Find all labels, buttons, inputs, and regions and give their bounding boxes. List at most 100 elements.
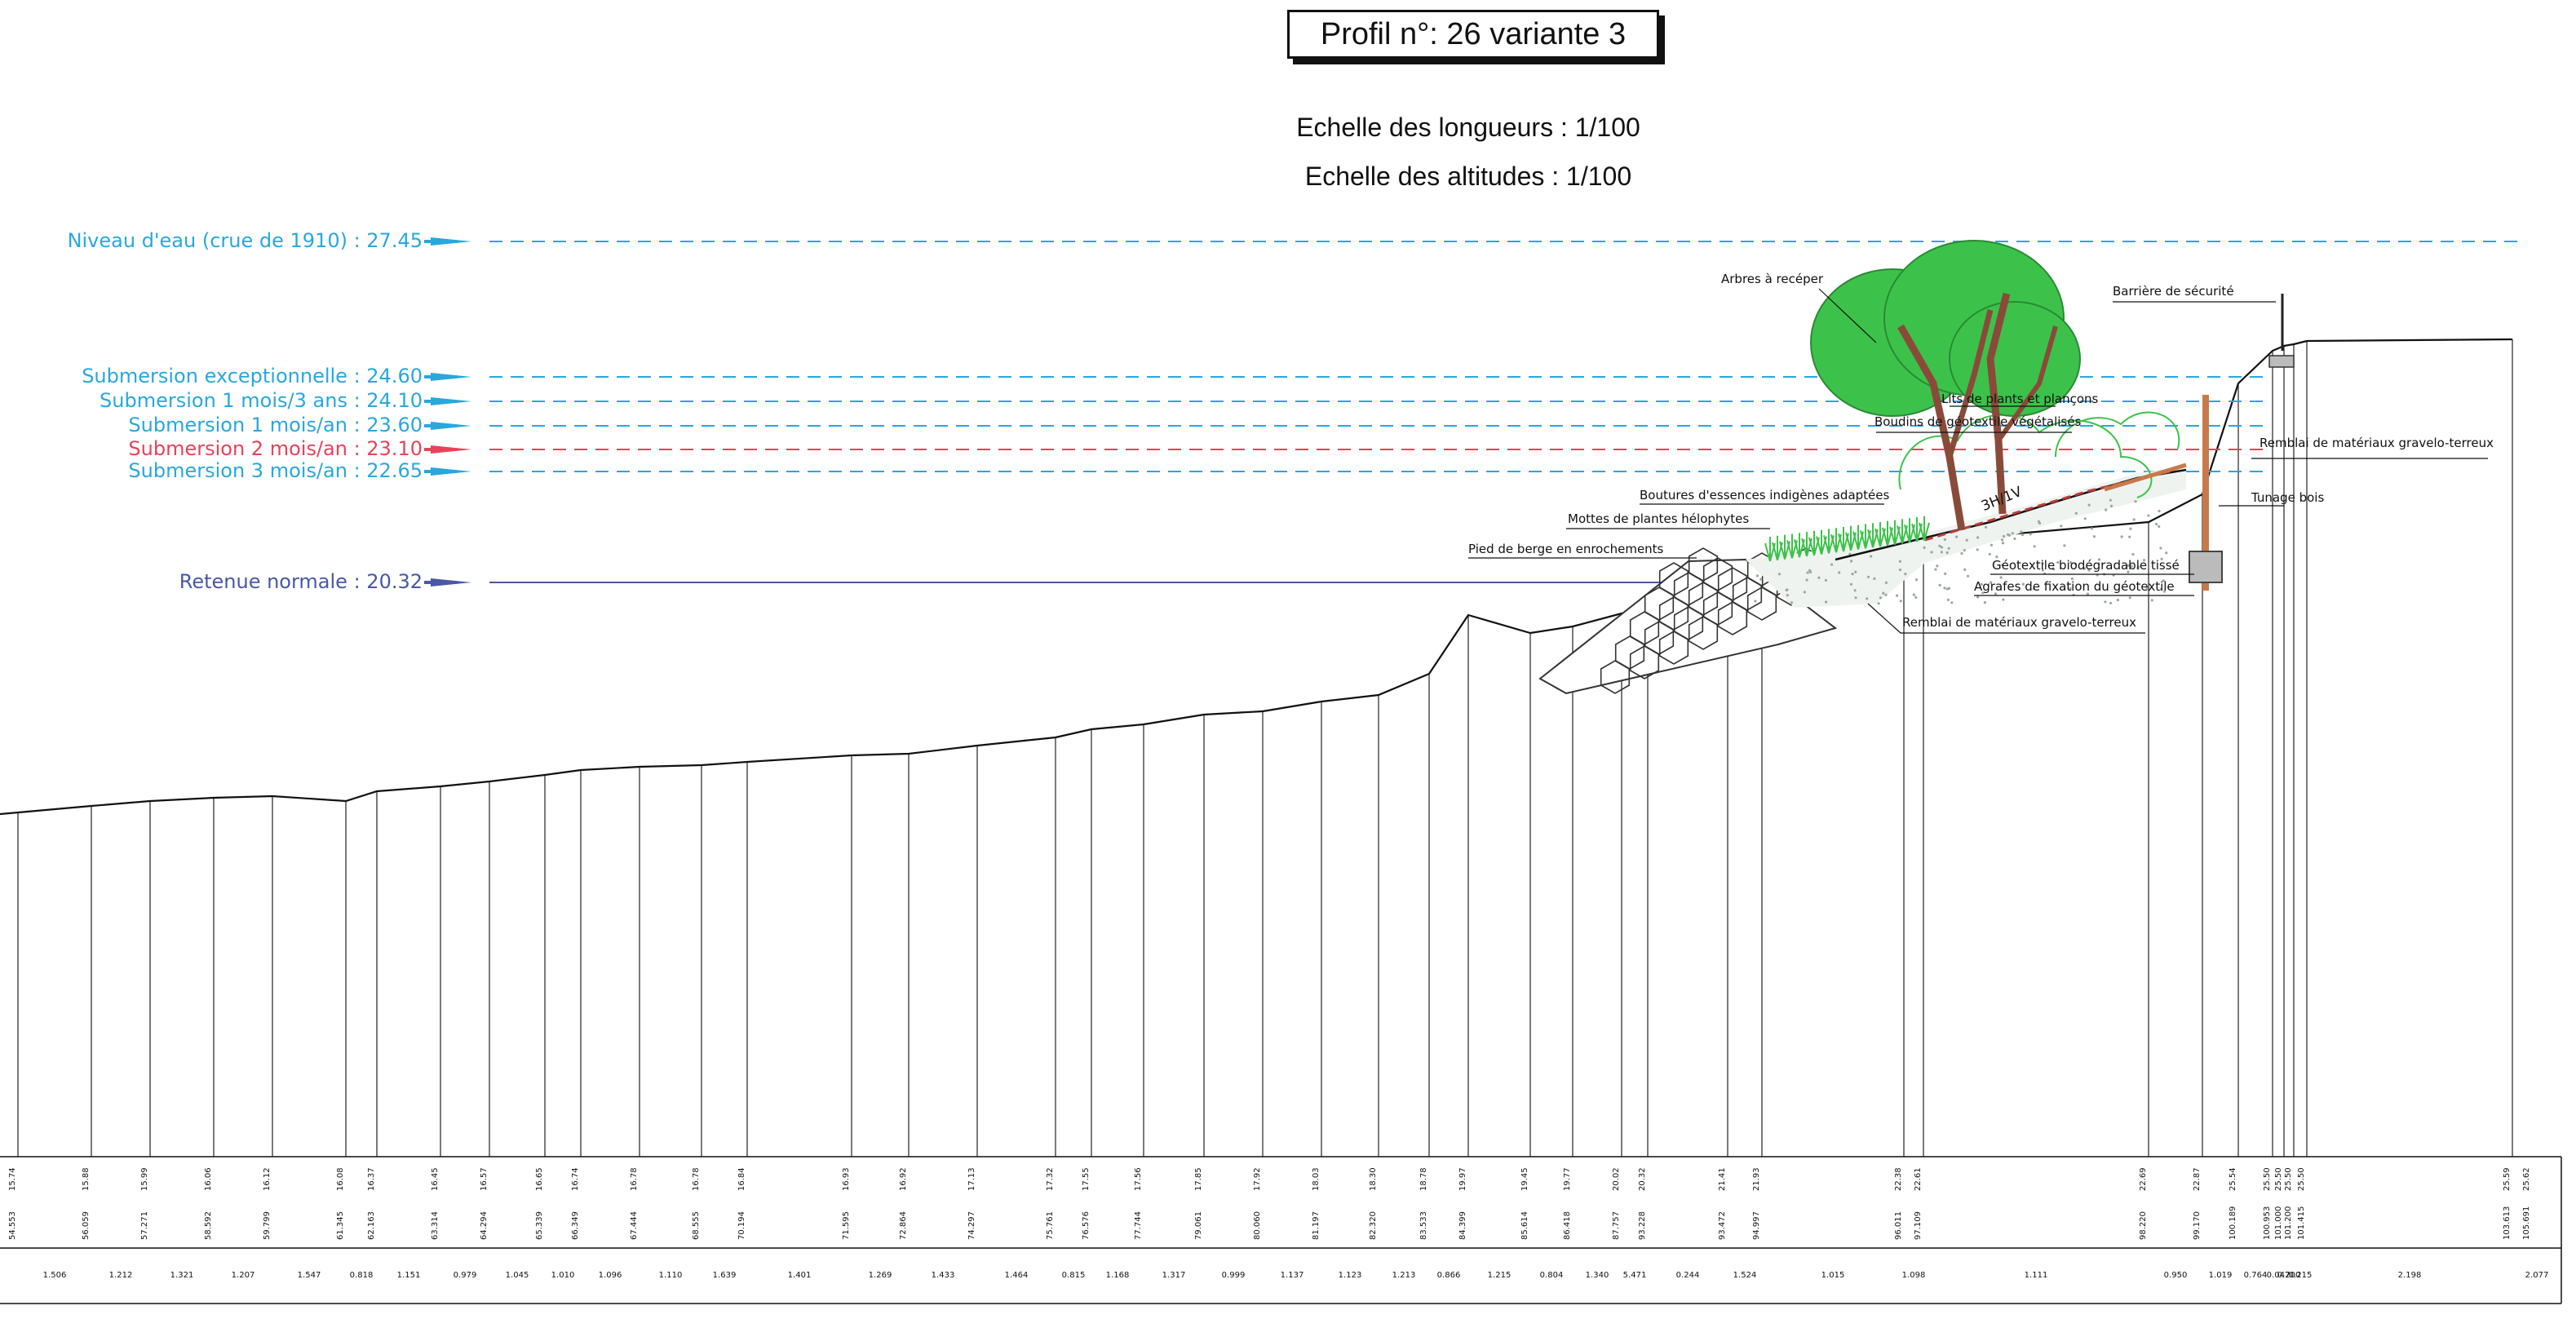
- altitude-value: 16.37: [367, 1167, 376, 1191]
- gravel-dot: [2020, 530, 2023, 533]
- altitude-value: 22.38: [1894, 1167, 1903, 1191]
- gravel-dot: [1967, 574, 1970, 578]
- altitude-value: 22.87: [2193, 1167, 2202, 1191]
- label-geotextile-rolls: Boudins de géotextile végétalisés: [1874, 414, 2082, 429]
- cumulative-distance-value: 74.297: [967, 1211, 976, 1240]
- gravel-dot: [1854, 570, 1857, 573]
- gravel-dot: [1873, 577, 1876, 581]
- partial-distance-value: 1.123: [1339, 1271, 1362, 1280]
- gravel-dot: [1898, 560, 1901, 563]
- gravel-dot: [1838, 571, 1841, 574]
- partial-distance-value: 1.010: [551, 1271, 575, 1280]
- gravel-dot: [1854, 596, 1857, 600]
- altitude-value: 15.88: [82, 1167, 91, 1191]
- gravel-dot: [2002, 534, 2006, 538]
- partial-distance-value: 1.269: [869, 1271, 892, 1280]
- altitude-value: 17.55: [1082, 1167, 1091, 1191]
- gravel-dot: [1936, 564, 1939, 568]
- gravel-dot: [1870, 555, 1873, 558]
- partial-distance-value: 0.215: [2289, 1271, 2313, 1280]
- altitude-value: 18.30: [1369, 1167, 1378, 1191]
- cumulative-distance-value: 79.061: [1194, 1211, 1203, 1240]
- cumulative-distance-value: 54.553: [8, 1211, 17, 1240]
- cumulative-distance-value: 93.228: [1638, 1211, 1647, 1240]
- gravel-dot: [2165, 551, 2168, 555]
- altitude-value: 16.06: [204, 1167, 213, 1191]
- water-level-label: Submersion 1 mois/3 ans : 24.10: [100, 389, 423, 412]
- cumulative-distance-value: 57.271: [140, 1211, 149, 1240]
- gravel-dot: [2104, 600, 2107, 604]
- label-lower-fill: Remblai de matériaux gravelo-terreux: [1902, 615, 2136, 630]
- partial-distance-value: 1.524: [1733, 1271, 1757, 1280]
- partial-distance-value: 1.433: [932, 1271, 955, 1280]
- partial-distance-value: 1.168: [1106, 1271, 1130, 1280]
- gravel-dot: [2132, 518, 2136, 521]
- partial-distance-value: 0.764: [2244, 1271, 2268, 1280]
- gravel-dot: [1938, 583, 1941, 587]
- partial-distance-value: 0.866: [1437, 1271, 1461, 1280]
- gravel-dot: [1904, 573, 1907, 576]
- partial-distance-value: 1.151: [397, 1271, 421, 1280]
- gravel-dot: [2129, 527, 2132, 530]
- water-level-label: Retenue normale : 20.32: [179, 570, 423, 593]
- gravel-dot: [1790, 601, 1794, 604]
- partial-distance-value: 0.244: [1676, 1271, 1700, 1280]
- gravel-dot: [1947, 547, 1950, 550]
- cumulative-distance-value: 103.613: [2503, 1206, 2512, 1240]
- profile-canvas: 15.74 15.88 15.99 16.06 16.12 16.08 16.37 16.45…: [0, 237, 2562, 1304]
- cumulative-distance-value: 83.533: [1419, 1211, 1428, 1240]
- gravel-dot: [1914, 578, 1918, 582]
- partial-distance-value: 1.340: [1586, 1271, 1609, 1280]
- gravel-dot: [1850, 560, 1853, 563]
- partial-distance-value: 0.950: [2164, 1271, 2188, 1280]
- altitude-value: 15.74: [8, 1167, 17, 1191]
- cumulative-distance-value: 98.220: [2139, 1211, 2148, 1240]
- gravel-dot: [1777, 573, 1782, 576]
- altitude-value: 16.84: [737, 1167, 746, 1191]
- partial-distance-value: 5.471: [1623, 1271, 1647, 1280]
- partial-distance-value: 0.818: [350, 1271, 374, 1280]
- partial-distance-value: 1.015: [1821, 1271, 1845, 1280]
- partial-distance-value: 1.464: [1005, 1271, 1029, 1280]
- altitude-value: 21.93: [1752, 1167, 1761, 1191]
- gravel-dot: [1988, 552, 1991, 556]
- cumulative-distance-value: 75.761: [1046, 1211, 1055, 1240]
- gravel-dot: [2092, 535, 2096, 538]
- gravel-dot: [1963, 549, 1966, 552]
- gravel-dot: [1879, 596, 1882, 600]
- partial-distance-value: 0.804: [1540, 1271, 1564, 1280]
- gravel-dot: [1947, 587, 1950, 590]
- gravel-dot: [1950, 601, 1954, 604]
- cumulative-distance-value: 72.864: [899, 1211, 908, 1240]
- partial-distance-value: 2.198: [2398, 1271, 2422, 1280]
- water-level-label: Submersion 1 mois/an : 23.60: [128, 414, 423, 436]
- label-upper-fill: Remblai de matériaux gravelo-terreux: [2260, 436, 2494, 450]
- gravel-dot: [1923, 546, 1926, 550]
- gravel-dot: [1963, 568, 1967, 572]
- gravel-dot: [2074, 511, 2078, 515]
- cumulative-distance-value: 67.444: [630, 1211, 639, 1240]
- partial-distance-value: 1.639: [713, 1271, 737, 1280]
- gravel-dot: [1817, 576, 1821, 579]
- cumulative-distance-value: 93.472: [1718, 1211, 1727, 1240]
- altitude-value: 17.92: [1253, 1167, 1262, 1191]
- partial-distance-value: 1.212: [109, 1271, 133, 1280]
- gravel-dot: [2060, 525, 2063, 528]
- altitude-value: 25.50: [2263, 1167, 2272, 1191]
- altitude-value: 17.85: [1194, 1167, 1203, 1191]
- altitude-value: 16.78: [692, 1167, 701, 1191]
- altitude-value: 17.13: [967, 1167, 976, 1191]
- cumulative-distance-value: 85.614: [1520, 1211, 1529, 1240]
- cumulative-distance-value: 77.744: [1134, 1211, 1143, 1240]
- partial-distance-value: 0.999: [1222, 1271, 1246, 1280]
- gravel-dot: [2063, 544, 2066, 547]
- cumulative-distance-value: 59.799: [263, 1211, 272, 1240]
- gravel-dot: [1938, 544, 1941, 548]
- gravel-dot: [2011, 532, 2014, 535]
- altitude-value: 18.03: [1312, 1167, 1321, 1191]
- gravel-dot: [1940, 551, 1943, 554]
- partial-distance-value: 1.111: [2025, 1271, 2048, 1280]
- altitude-value: 16.92: [899, 1167, 908, 1191]
- partial-distance-value: 0.815: [1062, 1271, 1086, 1280]
- cumulative-distance-value: 65.339: [535, 1211, 544, 1240]
